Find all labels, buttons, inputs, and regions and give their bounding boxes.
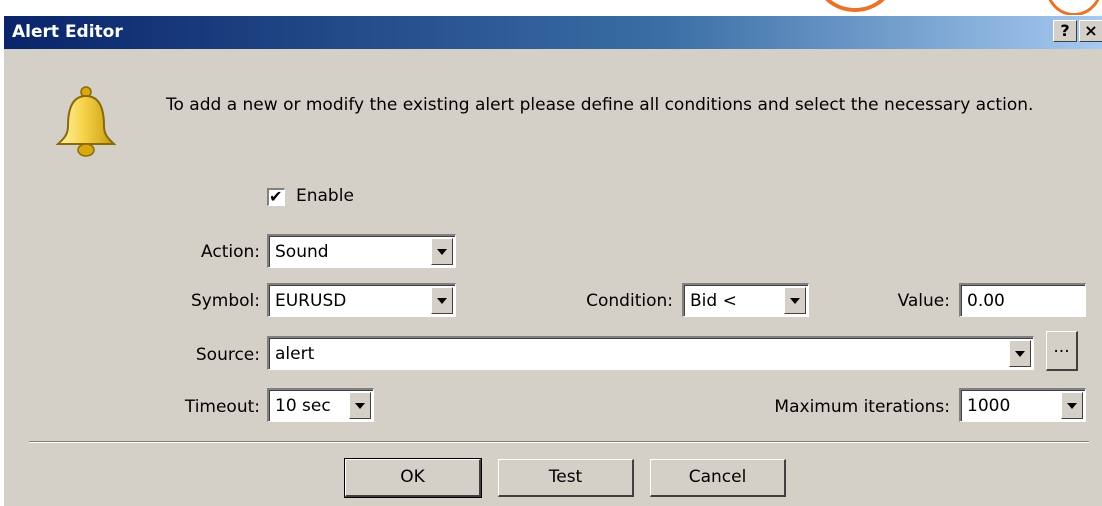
window-title: Alert Editor (12, 22, 123, 42)
symbol-label: Symbol: (190, 291, 260, 311)
condition-label: Condition: (586, 291, 673, 311)
background-decoration-circle (1046, 0, 1102, 16)
value-label: Value: (897, 291, 950, 311)
enable-label: Enable (296, 186, 354, 206)
timeout-select[interactable]: 10 sec (267, 388, 374, 422)
check-mark-icon: ✔ (269, 187, 283, 206)
bell-icon (55, 86, 117, 157)
enable-checkbox[interactable]: ✔ (267, 187, 285, 206)
action-select[interactable]: Sound (267, 234, 456, 268)
test-button[interactable]: Test (498, 459, 634, 497)
source-value: alert (275, 344, 315, 364)
chevron-down-icon[interactable] (1009, 340, 1031, 367)
alert-editor-dialog: Alert Editor ? × To add a new or modify … (3, 15, 1102, 506)
value-input[interactable]: 0.00 (959, 283, 1086, 317)
action-value: Sound (275, 242, 329, 262)
timeout-value: 10 sec (275, 396, 331, 416)
max-iterations-value: 1000 (967, 396, 1011, 416)
chevron-down-icon[interactable] (431, 287, 453, 314)
source-select[interactable]: alert (267, 336, 1034, 370)
symbol-value: EURUSD (275, 291, 347, 311)
separator (29, 441, 1089, 443)
ok-button[interactable]: OK (344, 458, 482, 498)
timeout-label: Timeout: (184, 397, 260, 417)
title-bar[interactable]: Alert Editor ? × (4, 16, 1102, 49)
instruction-text: To add a new or modify the existing aler… (166, 95, 1034, 115)
background-decoration (815, 0, 895, 12)
condition-select[interactable]: Bid < (682, 283, 809, 317)
chevron-down-icon[interactable] (784, 287, 806, 314)
max-iterations-label: Maximum iterations: (774, 397, 950, 417)
close-button[interactable]: × (1079, 20, 1102, 42)
chevron-down-icon[interactable] (1061, 392, 1083, 419)
cancel-button[interactable]: Cancel (650, 459, 786, 497)
symbol-select[interactable]: EURUSD (267, 283, 456, 317)
source-label: Source: (195, 345, 260, 365)
chevron-down-icon[interactable] (349, 392, 371, 419)
chevron-down-icon[interactable] (431, 238, 453, 265)
browse-button[interactable]: ... (1046, 331, 1078, 371)
value-text: 0.00 (967, 291, 1005, 311)
max-iterations-select[interactable]: 1000 (959, 388, 1086, 422)
condition-value: Bid < (690, 291, 737, 311)
action-label: Action: (201, 242, 260, 262)
help-button[interactable]: ? (1053, 20, 1077, 42)
